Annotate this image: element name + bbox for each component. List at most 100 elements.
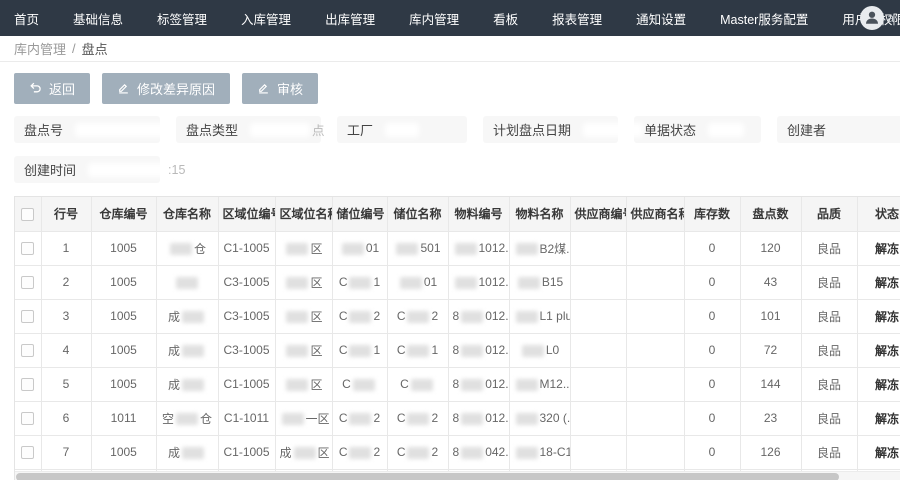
redacted-value (461, 447, 483, 459)
cell-7-9: 18-C10 (509, 435, 570, 469)
row-checkbox[interactable] (21, 344, 34, 357)
cell-5-6: C (332, 367, 387, 401)
select-all-checkbox[interactable] (21, 208, 34, 221)
redacted-value (170, 243, 192, 255)
cell-6-15: 解冻 (857, 401, 900, 435)
row-checkbox[interactable] (21, 310, 34, 323)
nav-item-9[interactable]: 通知设置 (636, 9, 686, 28)
document-info-panel: 盘点号盘点类型点工厂计划盘点日期单据状态创建者创建时间:15 (0, 114, 900, 183)
cell-3-13: 101 (740, 299, 801, 333)
modify-diff-reason-button[interactable]: 修改差异原因 (102, 73, 230, 104)
cell-3-10 (570, 299, 626, 333)
col-header-3: 仓库名称 (156, 197, 218, 231)
scrollbar-thumb[interactable] (16, 473, 839, 480)
user-icon (863, 8, 881, 29)
table-row: 71005成C1-1005成区C2C28042...18-C100126良品解冻 (15, 435, 900, 469)
cell-7-11 (626, 435, 684, 469)
back-button[interactable]: 返回 (14, 73, 90, 104)
cell-4-10 (570, 333, 626, 367)
cell-3-4: C3-1005 (218, 299, 275, 333)
cell-3-1: 3 (41, 299, 91, 333)
row-checkbox[interactable] (21, 242, 34, 255)
row-checkbox[interactable] (21, 378, 34, 391)
user-menu[interactable]: a (860, 0, 894, 36)
field-label: 计划盘点日期 (493, 120, 571, 139)
cell-5-9: M12... (509, 367, 570, 401)
field-value: 点 (248, 120, 325, 139)
nav-item-10[interactable]: Master服务配置 (720, 9, 808, 28)
redacted-value (455, 277, 477, 289)
cell-4-5: 区 (275, 333, 332, 367)
field-label: 创建者 (787, 120, 826, 139)
edit-icon (117, 81, 130, 97)
row-checkbox[interactable] (21, 276, 34, 289)
cell-6-14: 良品 (801, 401, 857, 435)
nav-item-2[interactable]: 基础信息 (73, 9, 123, 28)
col-header-10: 供应商编号 (570, 197, 626, 231)
redacted-value (461, 311, 483, 323)
cell-1-6: 01 (332, 231, 387, 265)
cell-6-9: 320 (... (509, 401, 570, 435)
nav-item-3[interactable]: 标签管理 (157, 9, 207, 28)
cell-1-11 (626, 231, 684, 265)
cell-4-2: 1005 (91, 333, 156, 367)
audit-button[interactable]: 审核 (242, 73, 318, 104)
nav-item-1[interactable]: 首页 (14, 9, 39, 28)
nav-item-7[interactable]: 看板 (493, 9, 518, 28)
redacted-value (75, 123, 165, 137)
cell-4-15: 解冻 (857, 333, 900, 367)
cell-1-7: 501 (387, 231, 448, 265)
cell-6-8: 8012... (448, 401, 509, 435)
modify-diff-reason-label: 修改差异原因 (137, 79, 215, 98)
cell-1-3: 仓 (156, 231, 218, 265)
nav-item-6[interactable]: 库内管理 (409, 9, 459, 28)
redacted-value (286, 277, 308, 289)
horizontal-scrollbar[interactable] (15, 471, 900, 480)
redacted-value (286, 311, 308, 323)
cell-7-3: 成 (156, 435, 218, 469)
row-checkbox[interactable] (21, 446, 34, 459)
cell-1-10 (570, 231, 626, 265)
cell-7-8: 8042... (448, 435, 509, 469)
nav-item-8[interactable]: 报表管理 (552, 9, 602, 28)
redacted-value (516, 379, 538, 391)
field-1-6: 创建者 (777, 116, 900, 143)
cell-4-8: 8012... (448, 333, 509, 367)
table-row: 11005仓C1-1005区015011012...B2煤...0120良品解冻 (15, 231, 900, 265)
cell-2-10 (570, 265, 626, 299)
nav-item-4[interactable]: 入库管理 (241, 9, 291, 28)
cell-1-9: B2煤... (509, 231, 570, 265)
field-label: 单据状态 (644, 120, 696, 139)
breadcrumb: 库内管理 / 盘点 (0, 36, 900, 62)
cell-2-2: 1005 (91, 265, 156, 299)
redacted-value (353, 379, 375, 391)
user-avatar[interactable] (860, 6, 884, 30)
redacted-value (349, 447, 371, 459)
col-header-7: 储位名称 (387, 197, 448, 231)
col-header-8: 物料编号 (448, 197, 509, 231)
field-1-2: 盘点类型点 (176, 116, 321, 143)
redacted-value (461, 345, 483, 357)
cell-4-14: 良品 (801, 333, 857, 367)
cell-6-2: 1011 (91, 401, 156, 435)
redacted-value (349, 311, 371, 323)
cell-4-9: L0 (509, 333, 570, 367)
cell-7-2: 1005 (91, 435, 156, 469)
col-header-13: 盘点数 (740, 197, 801, 231)
redacted-value (182, 345, 204, 357)
cell-6-5: 一区 (275, 401, 332, 435)
nav-item-5[interactable]: 出库管理 (325, 9, 375, 28)
table-row: 61011空仓C1-1011一区C2C28012...320 (...023良品… (15, 401, 900, 435)
cell-7-4: C1-1005 (218, 435, 275, 469)
cell-6-13: 23 (740, 401, 801, 435)
redacted-value (461, 413, 483, 425)
cell-5-7: C (387, 367, 448, 401)
cell-2-4: C3-1005 (218, 265, 275, 299)
redacted-value (286, 345, 308, 357)
breadcrumb-parent[interactable]: 库内管理 (14, 39, 66, 58)
cell-2-12: 0 (684, 265, 740, 299)
cell-6-10 (570, 401, 626, 435)
row-checkbox[interactable] (21, 412, 34, 425)
cell-1-13: 120 (740, 231, 801, 265)
cell-7-10 (570, 435, 626, 469)
